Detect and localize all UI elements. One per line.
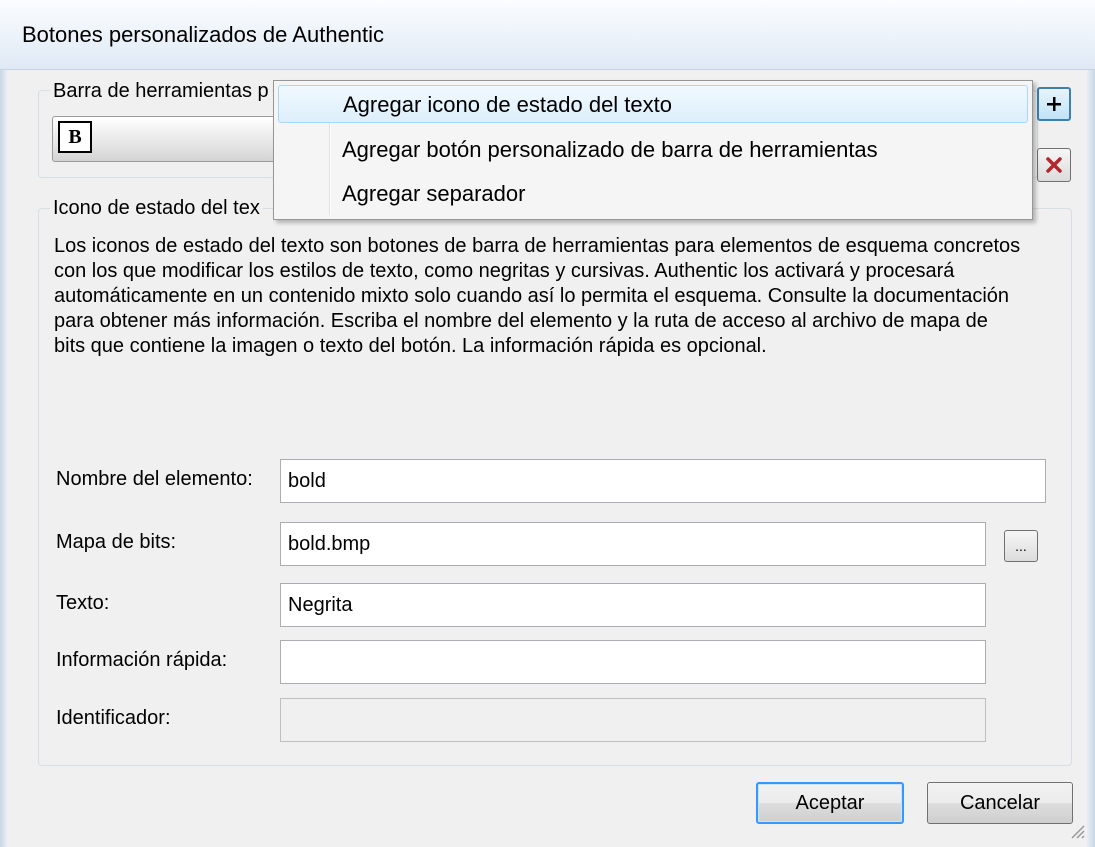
- delete-x-icon: [1046, 157, 1062, 173]
- window-title: Botones personalizados de Authentic: [22, 22, 385, 47]
- tooltip-label: Información rápida:: [56, 649, 228, 671]
- identifier-label: Identificador:: [56, 707, 171, 729]
- details-group-label: Icono de estado del tex: [50, 197, 263, 220]
- add-button[interactable]: [1037, 87, 1071, 121]
- browse-button-label: ...: [1015, 538, 1027, 554]
- browse-button[interactable]: ...: [1004, 530, 1038, 562]
- menu-item-add-custom-button[interactable]: Agregar botón personalizado de barra de …: [278, 131, 1028, 169]
- menu-item-label: Agregar separador: [342, 181, 526, 206]
- toolbar-group-label: Barra de herramientas p: [50, 80, 272, 103]
- ok-button[interactable]: Aceptar: [756, 782, 904, 824]
- title-bar: Botones personalizados de Authentic: [0, 0, 1095, 70]
- menu-item-label: Agregar botón personalizado de barra de …: [342, 137, 878, 162]
- add-dropdown-menu: Agregar icono de estado del texto Agrega…: [273, 80, 1033, 220]
- menu-item-add-separator[interactable]: Agregar separador: [278, 175, 1028, 213]
- text-label: Texto:: [56, 592, 110, 614]
- identifier-field: [280, 698, 986, 742]
- bitmap-field[interactable]: bold.bmp: [280, 522, 986, 566]
- cancel-button[interactable]: Cancelar: [927, 782, 1073, 824]
- element-name-field[interactable]: bold: [280, 459, 1046, 503]
- window-right-border: [1087, 0, 1095, 847]
- bold-toolbar-button[interactable]: B: [58, 121, 92, 153]
- text-field[interactable]: Negrita: [280, 583, 986, 627]
- description-text: Los iconos de estado del texto son boton…: [54, 235, 1021, 357]
- bitmap-label: Mapa de bits:: [56, 531, 177, 553]
- menu-item-add-text-state-icon[interactable]: Agregar icono de estado del texto: [278, 85, 1028, 123]
- tooltip-field[interactable]: [280, 640, 986, 684]
- plus-icon: [1047, 97, 1061, 111]
- delete-button[interactable]: [1037, 148, 1071, 182]
- element-name-label: Nombre del elemento:: [56, 468, 253, 490]
- window-left-border: [0, 0, 7, 847]
- menu-item-label: Agregar icono de estado del texto: [343, 92, 673, 117]
- resize-grip-icon[interactable]: [1069, 823, 1085, 839]
